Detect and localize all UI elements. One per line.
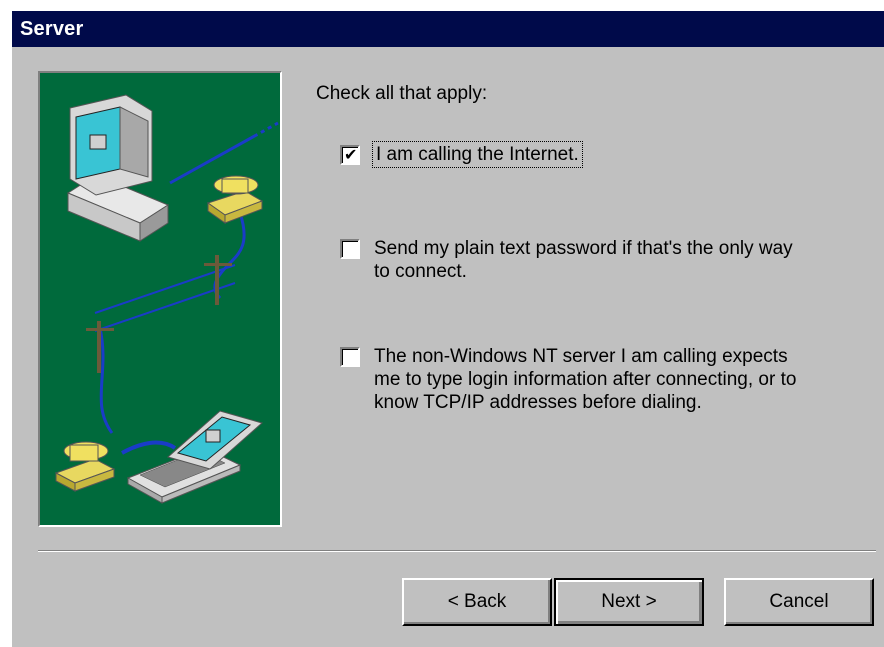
wizard-window: Server Check all that apply: ✔ I am call…: [10, 10, 884, 647]
option-plain-text-password[interactable]: Send my plain text password if that's th…: [340, 237, 793, 283]
option-login-info[interactable]: The non-Windows NT server I am calling e…: [340, 345, 796, 414]
next-button[interactable]: Next >: [554, 578, 704, 626]
option-label-login-info[interactable]: The non-Windows NT server I am calling e…: [374, 345, 796, 414]
checkbox-login-info[interactable]: [340, 347, 360, 367]
cancel-button[interactable]: Cancel: [724, 578, 874, 626]
window-title: Server: [12, 11, 884, 47]
option-label-calling-internet[interactable]: I am calling the Internet.: [372, 141, 583, 168]
check-all-prompt: Check all that apply:: [316, 83, 488, 104]
checkbox-plain-text-password[interactable]: [340, 239, 360, 259]
checkmark-icon: ✔: [344, 145, 358, 164]
network-illustration: [38, 71, 282, 527]
separator: [38, 550, 876, 552]
option-calling-internet[interactable]: ✔ I am calling the Internet.: [340, 141, 583, 168]
checkbox-calling-internet[interactable]: ✔: [340, 145, 360, 165]
back-button[interactable]: < Back: [402, 578, 552, 626]
option-label-plain-text-password[interactable]: Send my plain text password if that's th…: [374, 237, 793, 283]
